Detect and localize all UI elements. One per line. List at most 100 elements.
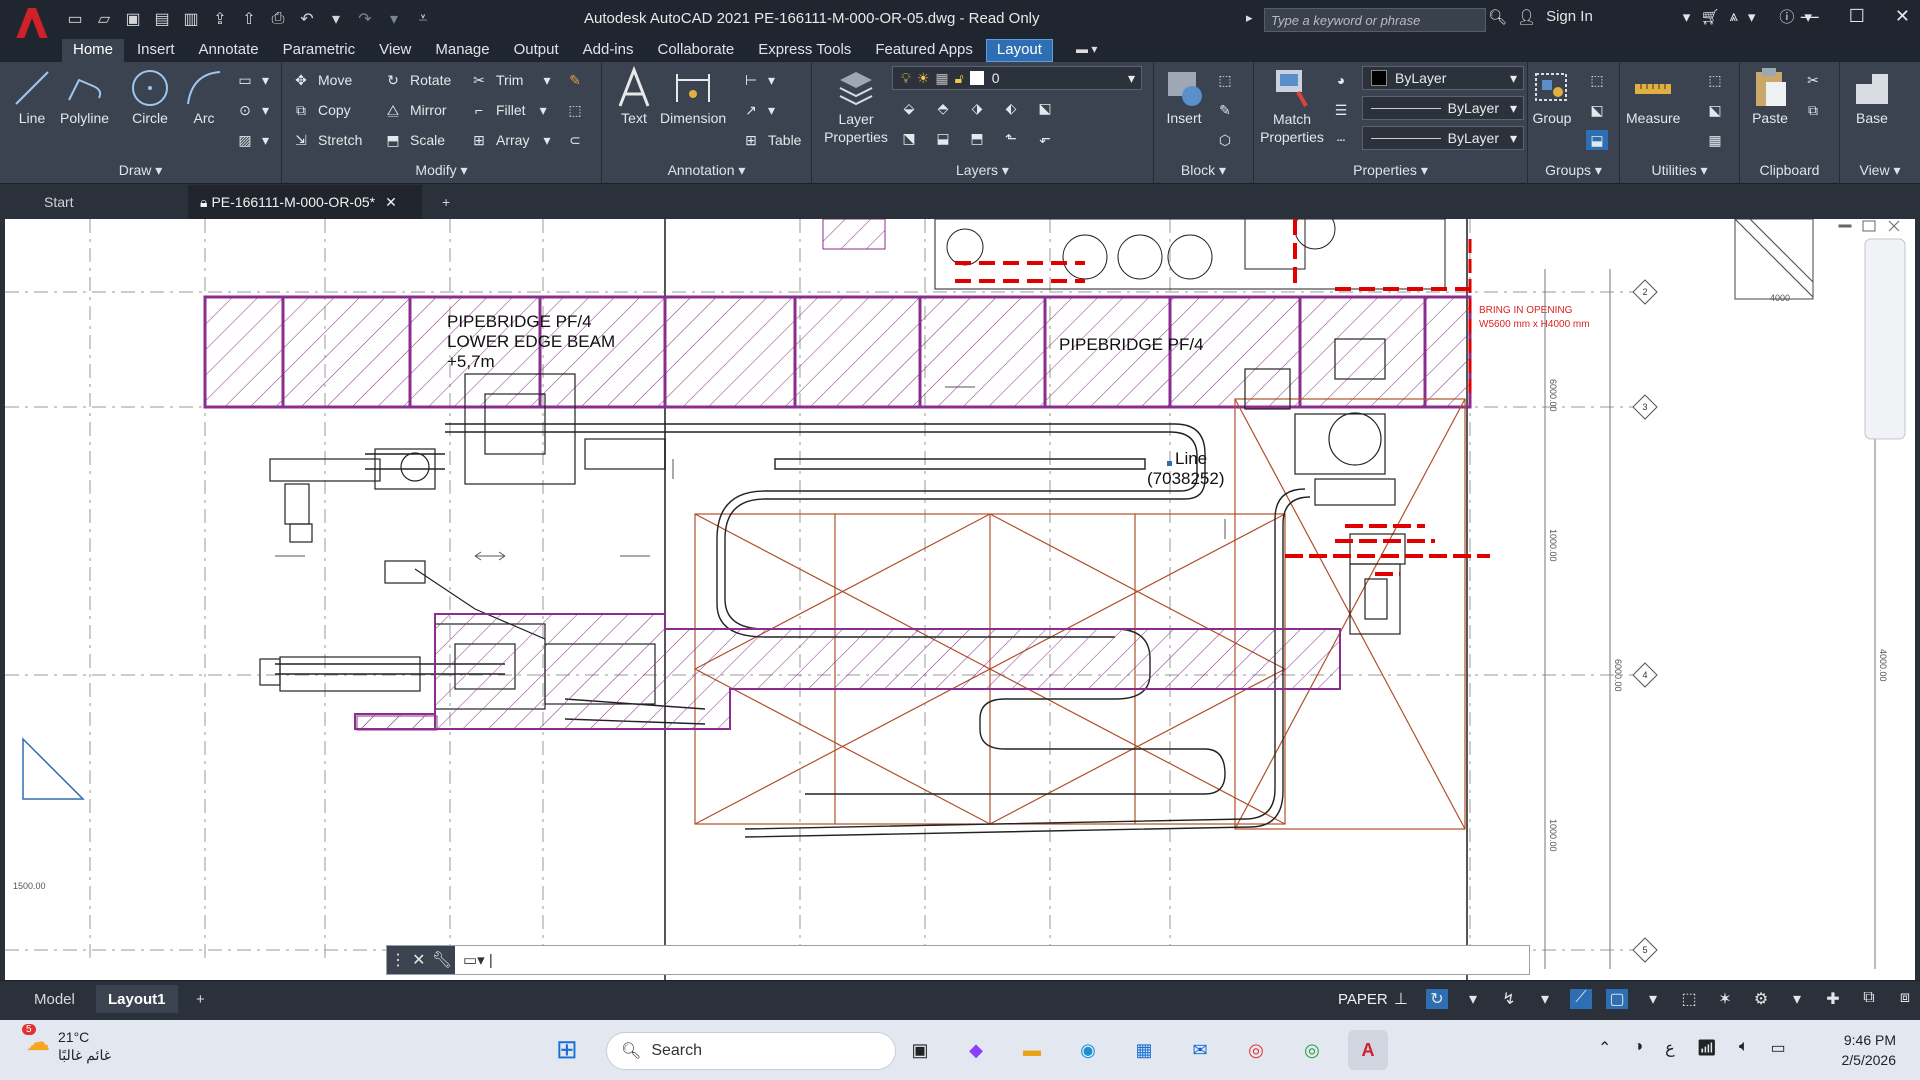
store-icon[interactable]: ▦: [1124, 1030, 1164, 1070]
color-dropdown[interactable]: ByLayer ▾: [1362, 66, 1524, 90]
rotate-button[interactable]: ↻ Rotate: [382, 68, 451, 92]
trim-button[interactable]: ✂ Trim ▾: [468, 68, 550, 92]
chrome-icon[interactable]: ◎: [1236, 1030, 1276, 1070]
undo-dropdown-icon[interactable]: ▾: [325, 8, 347, 30]
navigation-bar[interactable]: [1864, 238, 1906, 440]
text-button[interactable]: Text: [612, 66, 656, 126]
quick-select-button[interactable]: ⬚: [1704, 68, 1726, 92]
move-button[interactable]: ✥ Move: [290, 68, 352, 92]
command-prompt-icon[interactable]: ▭▾ |: [455, 951, 493, 969]
hatch-button[interactable]: ⊙ ▾: [234, 98, 269, 122]
linetype-tool-button[interactable]: ┄: [1330, 128, 1352, 152]
group-select-button[interactable]: ⬓: [1586, 128, 1608, 152]
copy-clip-button[interactable]: ⧉: [1802, 98, 1824, 122]
utilities-panel-title[interactable]: Utilities ▾: [1620, 162, 1739, 182]
layer-isolate-icon[interactable]: ⬙: [898, 98, 920, 118]
search-icon[interactable]: 🔍︎: [1488, 8, 1507, 26]
rectangle-dropdown-icon[interactable]: ▾: [262, 72, 269, 89]
tray-chevron-icon[interactable]: ⌃: [1598, 1038, 1611, 1058]
m365-icon[interactable]: ◆: [956, 1030, 996, 1070]
paper-space-toggle[interactable]: PAPER: [1338, 991, 1388, 1008]
start-tab[interactable]: Start: [32, 185, 182, 219]
annotation-monitor-icon[interactable]: ✚: [1822, 989, 1844, 1009]
explode-button[interactable]: ⬚: [564, 98, 586, 122]
user-icon[interactable]: 👤︎: [1517, 8, 1536, 26]
customize-qat-icon[interactable]: ⩡: [412, 8, 434, 30]
dimension-button[interactable]: Dimension: [660, 66, 726, 126]
copy-button[interactable]: ⧉ Copy: [290, 98, 351, 122]
file-explorer-icon[interactable]: ▬: [1012, 1030, 1052, 1070]
fillet-dropdown-icon[interactable]: ▾: [540, 102, 547, 119]
arc-button[interactable]: Arc: [182, 66, 226, 126]
calculator-button[interactable]: ▦: [1704, 128, 1726, 152]
tab-layout[interactable]: Layout: [985, 39, 1053, 62]
share-icon[interactable]: ⇧: [238, 8, 260, 30]
layer-lock-tool-icon[interactable]: ⬖: [1000, 98, 1022, 118]
minimize-icon[interactable]: —: [1801, 6, 1819, 27]
start-button-icon[interactable]: ⊞: [556, 1034, 578, 1065]
grid-icon[interactable]: ⊥: [1390, 989, 1412, 1009]
layer-freeze-tool-icon[interactable]: ⬓: [932, 128, 954, 148]
ribbon-toggle-icon[interactable]: ▬ ▾: [1076, 42, 1106, 58]
create-block-button[interactable]: ⬚: [1214, 68, 1236, 92]
open-folder-icon[interactable]: ▱: [93, 8, 115, 30]
redo-icon[interactable]: ↷: [354, 8, 376, 30]
annotation-scale-icon[interactable]: ✶: [1714, 989, 1736, 1009]
lineweight-tool-button[interactable]: ☰: [1330, 98, 1352, 122]
layer-match-icon[interactable]: ⬘: [932, 98, 954, 118]
open-web-icon[interactable]: ▥: [180, 8, 202, 30]
leader-button[interactable]: ↗ ▾: [740, 98, 775, 122]
select-all-button[interactable]: ⬕: [1704, 98, 1726, 122]
layer-states-icon[interactable]: ⬕: [1034, 98, 1056, 118]
save-web-icon[interactable]: ⇪: [209, 8, 231, 30]
paste-button[interactable]: Paste: [1748, 66, 1792, 126]
object-snap-icon[interactable]: ▢: [1606, 989, 1628, 1009]
system-clock[interactable]: 9:46 PM 2/5/2026: [1842, 1030, 1897, 1070]
outlook-icon[interactable]: ✉: [1180, 1030, 1220, 1070]
hatch-dropdown-icon[interactable]: ▾: [262, 132, 269, 149]
trim-dropdown-icon[interactable]: ▾: [543, 72, 550, 89]
maximize-icon[interactable]: ☐: [1849, 6, 1865, 27]
drawing-svg[interactable]: PIPEBRIDGE PF/4 LOWER EDGE BEAM +5,7m PI…: [5, 219, 1915, 980]
battery-icon[interactable]: ▭: [1771, 1038, 1786, 1058]
search-input[interactable]: Type a keyword or phrase: [1264, 8, 1486, 32]
tab-express-tools[interactable]: Express Tools: [747, 39, 862, 62]
layer-properties-button[interactable]: Layer Properties: [816, 66, 896, 146]
snap-dropdown-icon[interactable]: ▾: [1462, 989, 1484, 1009]
taskbar-search[interactable]: 🔍︎ Search: [606, 1032, 896, 1070]
volume-icon[interactable]: 🔈︎: [1739, 1038, 1749, 1058]
linear-dim-dropdown-icon[interactable]: ▾: [768, 72, 775, 89]
workspace-gear-icon[interactable]: ⚙: [1750, 989, 1772, 1009]
osnap-dropdown-icon[interactable]: ▾: [1642, 989, 1664, 1009]
save-icon[interactable]: ▣: [122, 8, 144, 30]
tab-featured-apps[interactable]: Featured Apps: [864, 39, 984, 62]
scale-button[interactable]: ⬒ Scale: [382, 128, 445, 152]
group-edit-button[interactable]: ⬕: [1586, 98, 1608, 122]
help-icon[interactable]: ⓘ: [1779, 6, 1794, 27]
block-panel-title[interactable]: Block ▾: [1154, 162, 1253, 182]
customize-icon[interactable]: 🔧︎: [432, 950, 452, 970]
stretch-button[interactable]: ⇲ Stretch: [290, 128, 362, 152]
cart-icon[interactable]: 🛒︎: [1700, 8, 1719, 26]
chrome-profile-icon[interactable]: ◎: [1292, 1030, 1332, 1070]
sign-in-dropdown-icon[interactable]: ▾: [1683, 8, 1691, 26]
group-button[interactable]: Group: [1530, 66, 1574, 126]
view-panel-title[interactable]: View ▾: [1840, 162, 1920, 182]
cut-button[interactable]: ✂: [1802, 68, 1824, 92]
language-indicator[interactable]: ع: [1665, 1038, 1675, 1058]
ortho-icon[interactable]: ↯: [1498, 989, 1520, 1009]
layers-panel-title[interactable]: Layers ▾: [812, 162, 1153, 182]
task-view-icon[interactable]: ▣: [900, 1030, 940, 1070]
table-button[interactable]: ⊞ Table: [740, 128, 801, 152]
tab-home[interactable]: Home: [62, 39, 125, 62]
rectangle-button[interactable]: ▭ ▾: [234, 68, 269, 92]
layer-dropdown[interactable]: 💡︎ ☀ ▦ 🔓︎ 0 ▾: [892, 66, 1142, 90]
layout1-tab[interactable]: Layout1: [96, 985, 178, 1013]
modify-panel-title[interactable]: Modify ▾: [282, 162, 601, 182]
workspace-dropdown-icon[interactable]: ▾: [1786, 989, 1808, 1009]
polyline-button[interactable]: Polyline: [60, 66, 109, 126]
groups-panel-title[interactable]: Groups ▾: [1528, 162, 1619, 182]
tray-app-icon[interactable]: ◑: [1633, 1038, 1643, 1058]
ellipse-dropdown-icon[interactable]: ▾: [262, 102, 269, 119]
tab-collaborate[interactable]: Collaborate: [646, 39, 745, 62]
